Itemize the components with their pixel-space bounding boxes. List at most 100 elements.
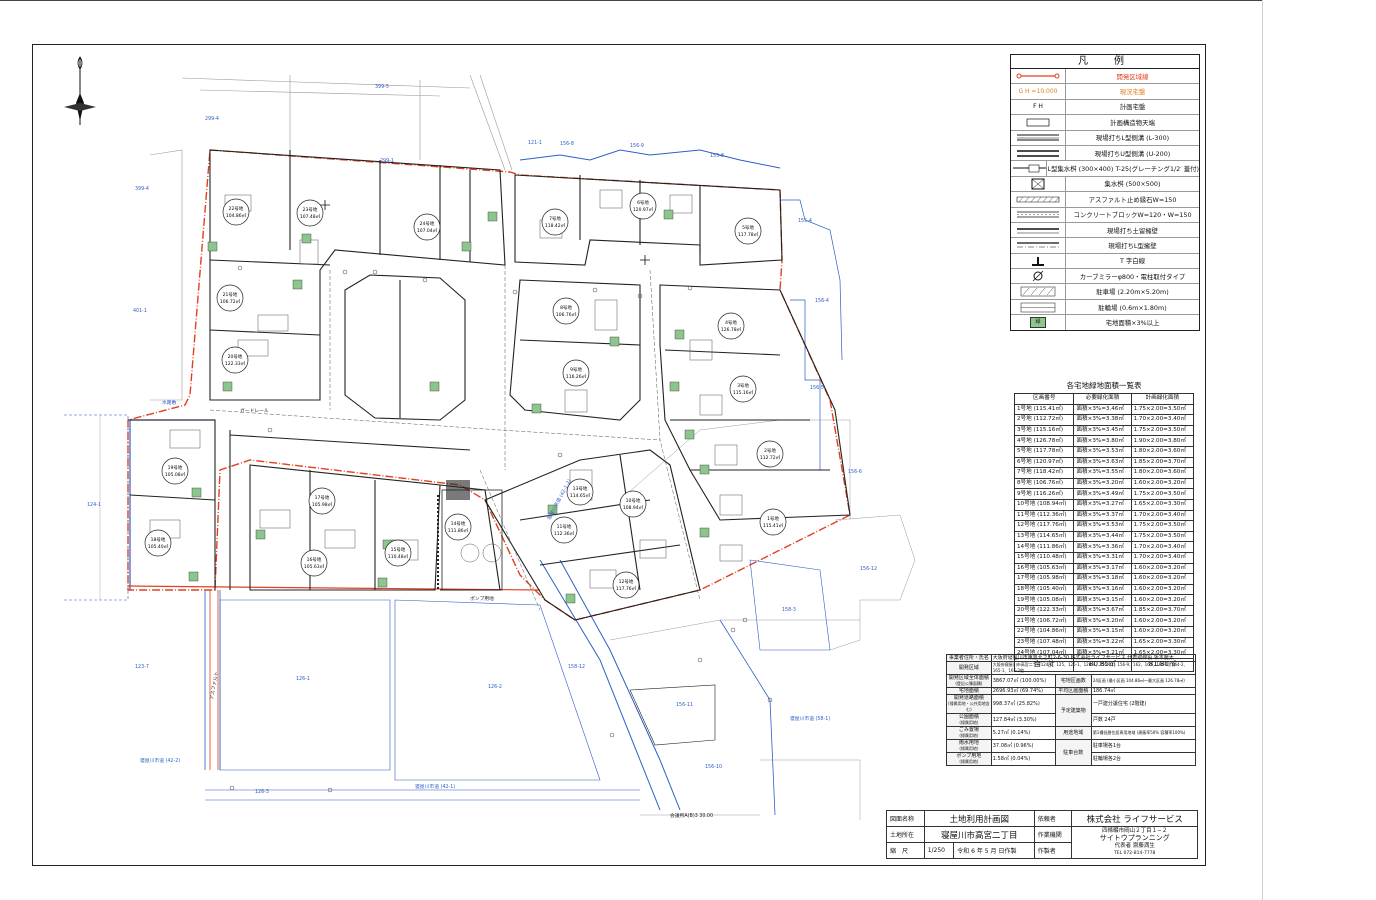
map-annotation: ポンプ用地 xyxy=(470,595,494,602)
row-lot: 6号地 (120.97㎡) xyxy=(1013,456,1075,469)
legend-symbol-box-icon xyxy=(1011,115,1066,130)
greenery-row: 2号地 (112.72㎡) 面積×3%=3.38㎡ 1.70×2.00=3.40㎡ xyxy=(1013,414,1195,426)
road-label: 寝屋川市道 (42-1) xyxy=(415,783,455,790)
area-row-1-label: 宅地面積 xyxy=(946,687,992,695)
parcel-label: 156-4 xyxy=(815,298,829,304)
row-planned: 1.65×2.00=3.30㎡ xyxy=(1130,498,1195,511)
lot-circle xyxy=(734,217,762,245)
row-lot: 11号地 (112.36㎡) xyxy=(1013,509,1075,522)
area-row-5-value: 37.08㎡ (0.96%) xyxy=(990,739,1056,753)
parcel-label: 156-11 xyxy=(676,702,693,708)
parking-label: 駐車台数 xyxy=(1054,739,1092,766)
parcel-label: 401-1 xyxy=(133,308,147,314)
parcel-label: 123-7 xyxy=(135,664,149,670)
author-rep: 代表者 齋藤満生 xyxy=(1114,843,1155,849)
row-required: 面積×3%=3.20㎡ xyxy=(1073,615,1132,628)
lot-area: 105.98㎡ xyxy=(312,501,333,508)
row-required: 面積×3%=3.63㎡ xyxy=(1073,456,1132,469)
area-row-3-value: 127.84㎡ (3.30%) xyxy=(990,713,1056,727)
row-planned: 1.80×2.00=3.60㎡ xyxy=(1130,467,1195,479)
row-lot: 13号地 (114.65㎡) xyxy=(1013,530,1075,543)
legend-label: コンクリートブロックW=120・W=150 xyxy=(1073,211,1192,220)
parcel-label: 156-5 xyxy=(810,385,824,391)
lot-area: 122.33㎡ xyxy=(225,360,246,367)
row-required: 面積×3%=3.15㎡ xyxy=(1073,626,1132,638)
greenery-table-body: 1号地 (115.41㎡) 面積×3%=3.46㎡ 1.75×2.00=3.50㎡ 2… xyxy=(1013,403,1195,659)
greenery-row: 12号地 (117.76㎡) 面積×3%=3.53㎡ 1.75×2.00=3.50㎡ xyxy=(1013,520,1195,532)
legend-item: 開発区域線 xyxy=(1011,69,1199,85)
legend-symbol-l300-icon xyxy=(1011,130,1066,145)
greenery-row: 1号地 (115.41㎡) 面積×3%=3.46㎡ 1.75×2.00=3.50㎡ xyxy=(1013,403,1195,416)
greenery-row: 13号地 (114.65㎡) 面積×3%=3.44㎡ 1.75×2.00=3.50㎡ xyxy=(1013,530,1195,543)
plot-size-label: 宅地区画数 xyxy=(1054,674,1092,688)
lot-circle xyxy=(308,487,336,515)
row-planned: 1.70×2.00=3.40㎡ xyxy=(1130,541,1195,553)
lot-circle xyxy=(550,516,578,544)
row-required: 面積×3%=3.55㎡ xyxy=(1073,467,1132,479)
dev-area-value: 大阪府寝屋川市高宮二丁目124-6、125、125-1、126-4、156-12… xyxy=(990,661,1197,675)
legend-label: 現場打ちL型側溝 (L-300) xyxy=(1095,134,1170,143)
legend-label: 現場打ちU型側溝 (U-200) xyxy=(1094,149,1171,158)
row-lot: 10号地 (108.94㎡) xyxy=(1013,498,1075,511)
legend-item: T 字白線 xyxy=(1011,253,1199,270)
row-planned: 1.60×2.00=3.20㎡ xyxy=(1130,615,1195,628)
row-planned: 1.85×2.00=3.70㎡ xyxy=(1130,604,1195,617)
legend-item: コンクリートブロックW=120・W=150 xyxy=(1011,207,1199,223)
row-planned: 1.60×2.00=3.20㎡ xyxy=(1130,583,1195,596)
area-row-5-sub: (帰属用地) xyxy=(959,746,979,751)
legend-label: 開発区域線 xyxy=(1116,72,1149,81)
lot-circle xyxy=(717,312,745,340)
parcel-label: 158-3 xyxy=(782,607,796,613)
row-required: 面積×3%=3.20㎡ xyxy=(1073,477,1132,490)
legend-item: アスファルト止め縁石W=150 xyxy=(1011,192,1199,208)
author-name: サイトウプランニング xyxy=(1099,834,1170,842)
legend-item: 現場打ち土留擁壁 xyxy=(1011,222,1199,239)
row-lot: 14号地 (111.86㎡) xyxy=(1013,541,1075,553)
site-plan-map: 1号地115.41㎡ 2号地112.72㎡ 3号地115.16㎡ 4号地126.78㎡… xyxy=(64,74,916,820)
parcel-label: 水路敷 xyxy=(162,399,177,406)
row-lot: 22号地 (104.86㎡) xyxy=(1013,626,1075,638)
row-required: 面積×3%=3.31㎡ xyxy=(1073,551,1132,564)
lot-circle xyxy=(612,571,640,599)
legend-symbol-green-icon: 緑 xyxy=(1011,315,1066,330)
scan-right-edge xyxy=(1262,0,1263,900)
lot-circle xyxy=(756,440,784,468)
lot-number: 12号地 xyxy=(619,578,634,585)
row-lot: 3号地 (115.16㎡) xyxy=(1013,424,1075,437)
row-lot: 19号地 (105.08㎡) xyxy=(1013,594,1075,606)
legend-symbol-u200-icon xyxy=(1011,145,1066,161)
greenery-row: 23号地 (107.48㎡) 面積×3%=3.22㎡ 1.65×2.00=3.30㎡ xyxy=(1013,636,1195,649)
dev-area-label: 開発区域 xyxy=(946,661,992,675)
legend-title: 凡 例 xyxy=(1011,55,1199,69)
applicant-value: 大阪府寝屋川市東豊北之町2-6-30 株式会社ライフサービス 代表取締役 坂本慶… xyxy=(990,654,1197,662)
parcel-label: 156-9 xyxy=(630,143,644,149)
lot-area: 120.97㎡ xyxy=(633,206,654,213)
row-required: 面積×3%=3.53㎡ xyxy=(1073,445,1132,458)
row-required: 面積×3%=3.45㎡ xyxy=(1073,424,1132,437)
map-annotation: 会議所A(B)3 30.00 xyxy=(670,812,713,819)
greenery-row: 6号地 (120.97㎡) 面積×3%=3.63㎡ 1.85×2.00=3.70㎡ xyxy=(1013,456,1195,469)
greenery-row: 20号地 (122.33㎡) 面積×3%=3.67㎡ 1.85×2.00=3.70㎡ xyxy=(1013,604,1195,617)
legend-symbol-park-icon xyxy=(1011,284,1066,299)
row-planned: 1.75×2.00=3.50㎡ xyxy=(1130,520,1195,532)
lot-circle xyxy=(384,539,412,567)
legend-label: 現場打ちL型擁壁 xyxy=(1108,241,1157,250)
row-planned: 1.65×2.00=3.30㎡ xyxy=(1130,636,1195,649)
author-tel: TEL 072-814-7778 xyxy=(1114,851,1156,856)
greenery-row: 15号地 (110.48㎡) 面積×3%=3.31㎡ 1.70×2.00=3.40㎡ xyxy=(1013,551,1195,564)
lot-number: 19号地 xyxy=(168,464,183,471)
greenery-row: 9号地 (116.26㎡) 面積×3%=3.49㎡ 1.75×2.00=3.50㎡ xyxy=(1013,488,1195,500)
lot-circle xyxy=(216,284,244,312)
legend-panel: 凡 例 開発区域線 G H =10.000 現況宅盤 F H 計画宅盤 計画構造物天端 現場… xyxy=(1010,54,1200,331)
lot-area: 114.65㎡ xyxy=(570,492,591,499)
applicant-label: 事業者住所・氏名 xyxy=(946,654,992,662)
scale-value: 1/250 xyxy=(923,842,955,859)
title-block: 図面名称 土地利用計画図 依頼者 株式会社 ライフサービス 土地所在 寝屋川市高… xyxy=(886,810,1198,859)
legend-label: 駐車場 (2.20m×5.20m) xyxy=(1096,288,1169,297)
legend-symbol-wall-icon xyxy=(1011,222,1066,238)
row-planned: 1.60×2.00=3.20㎡ xyxy=(1130,562,1195,575)
legend-symbol-dev-line-icon xyxy=(1011,69,1066,84)
legend-symbol-bike-icon xyxy=(1011,299,1066,315)
legend-item: 現場打ちL型擁壁 xyxy=(1011,238,1199,254)
lot-number: 16号地 xyxy=(307,556,322,563)
